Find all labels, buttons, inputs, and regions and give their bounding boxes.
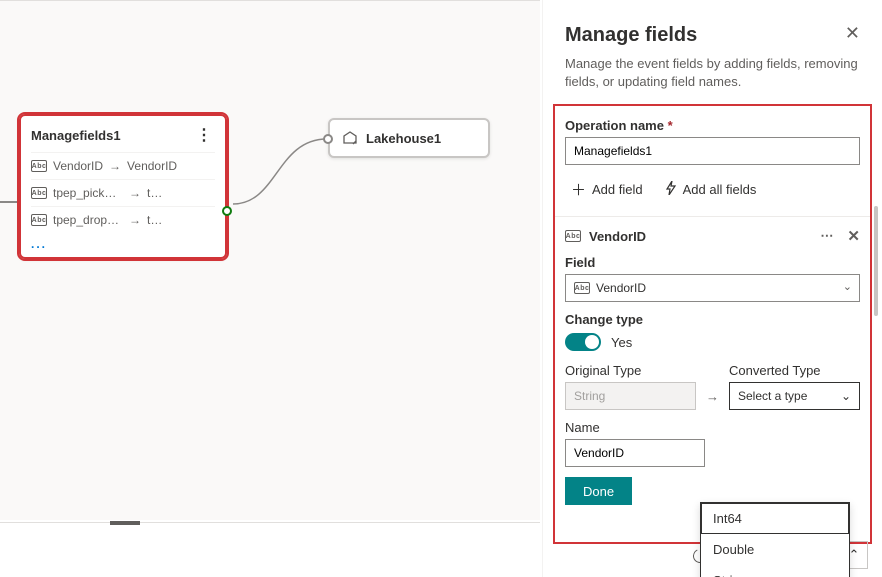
node-menu-button[interactable]: ⋮ [193, 124, 215, 146]
node-field-dst: tpep_pickup_datetime [147, 186, 169, 200]
panel-title: Manage fields [565, 24, 697, 47]
arrow-icon: → [706, 389, 719, 410]
change-type-toggle[interactable] [565, 333, 601, 351]
string-type-icon: Abc [565, 230, 581, 242]
plus-icon: ＋ [571, 179, 586, 200]
name-input[interactable] [565, 439, 705, 467]
original-type-label: Original Type [565, 363, 696, 378]
node-managefields-title: Managefields1 [31, 128, 121, 143]
field-more-button[interactable]: ⋯ [820, 228, 835, 244]
canvas-bottom-bar [0, 522, 540, 577]
dropdown-option-double[interactable]: Double [701, 534, 849, 565]
chevron-up-icon: ⌃ [849, 547, 860, 563]
field-remove-button[interactable]: ✕ [847, 227, 860, 245]
bolt-icon [665, 181, 677, 198]
operation-name-label: Operation name * [565, 118, 860, 133]
node-lakehouse[interactable]: Lakehouse1 [328, 118, 490, 158]
dropdown-option-int64[interactable]: Int64 [701, 503, 849, 534]
add-field-button[interactable]: ＋ Add field [565, 175, 649, 204]
add-field-label: Add field [592, 182, 643, 197]
incoming-edge [0, 201, 18, 203]
arrow-icon: → [109, 159, 121, 173]
operation-name-input[interactable] [565, 137, 860, 165]
chevron-down-icon: ⌄ [841, 389, 851, 403]
lakehouse-icon [342, 130, 358, 146]
node-field-row: Abc tpep_dropoff_datetime → tpep_dropoff… [31, 206, 215, 233]
resize-handle[interactable] [110, 521, 140, 525]
converted-type-select[interactable]: Select a type ⌄ [729, 382, 860, 410]
field-select[interactable]: Abc VendorID ⌄ [565, 274, 860, 302]
node-input-port[interactable] [323, 134, 333, 144]
field-select-value: VendorID [596, 281, 646, 295]
add-all-fields-button[interactable]: Add all fields [659, 175, 763, 204]
string-type-icon: Abc [574, 282, 590, 294]
string-type-icon: Abc [31, 214, 47, 226]
node-field-row: Abc tpep_pickup_datetime → tpep_pickup_d… [31, 179, 215, 206]
original-type-value: String [565, 382, 696, 410]
node-field-src: tpep_dropoff_datetime [53, 213, 123, 227]
toggle-value-label: Yes [611, 335, 632, 350]
done-button[interactable]: Done [565, 477, 632, 505]
converted-type-placeholder: Select a type [738, 389, 807, 403]
scrollbar-thumb[interactable] [874, 206, 878, 316]
arrow-icon: → [129, 213, 141, 227]
app-root: Managefields1 ⋮ Abc VendorID → VendorID … [0, 0, 882, 577]
arrow-icon: → [129, 186, 141, 200]
node-managefields[interactable]: Managefields1 ⋮ Abc VendorID → VendorID … [19, 114, 227, 259]
field-header-name: VendorID [589, 229, 646, 244]
node-field-src: VendorID [53, 159, 103, 173]
node-field-src: tpep_pickup_datetime [53, 186, 123, 200]
dropdown-option-string[interactable]: String [701, 565, 849, 577]
field-label: Field [565, 255, 860, 270]
converted-type-dropdown: Int64 Double String DateTime [700, 502, 850, 577]
node-field-dst: VendorID [127, 159, 177, 173]
node-output-port[interactable] [222, 206, 232, 216]
string-type-icon: Abc [31, 160, 47, 172]
node-lakehouse-title: Lakehouse1 [366, 131, 441, 146]
string-type-icon: Abc [31, 187, 47, 199]
converted-type-label: Converted Type [729, 363, 860, 378]
panel-description: Manage the event fields by adding fields… [543, 55, 882, 104]
more-fields-indicator[interactable]: ... [31, 237, 215, 251]
change-type-label: Change type [565, 312, 860, 327]
panel-body-highlight: Operation name * ＋ Add field Add all fie… [553, 104, 872, 544]
manage-fields-panel: Manage fields ✕ Manage the event fields … [542, 0, 882, 577]
name-label: Name [565, 420, 860, 435]
design-canvas[interactable]: Managefields1 ⋮ Abc VendorID → VendorID … [0, 0, 540, 520]
node-field-dst: tpep_dropoff_datetime [147, 213, 165, 227]
edge-connector [227, 131, 337, 211]
close-icon[interactable]: ✕ [845, 24, 860, 42]
node-field-row: Abc VendorID → VendorID [31, 152, 215, 179]
add-all-label: Add all fields [683, 182, 757, 197]
